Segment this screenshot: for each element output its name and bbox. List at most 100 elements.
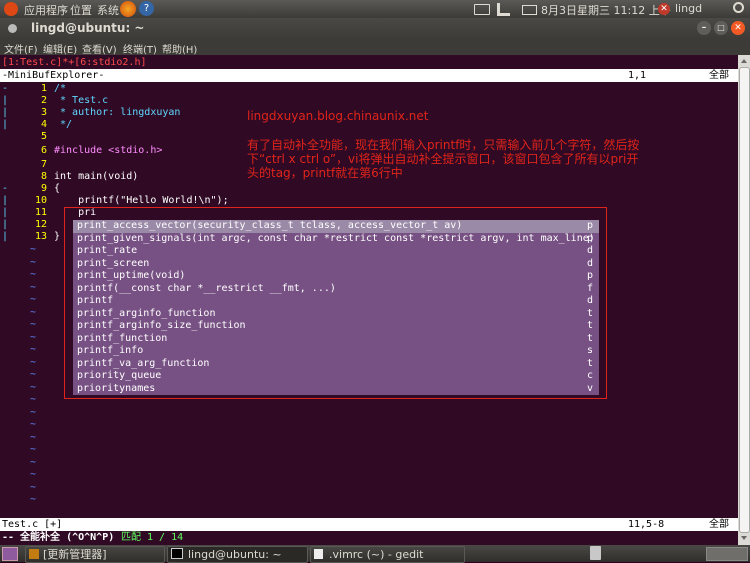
minibuf-all: 全部 [709, 70, 729, 81]
code-line: /* [54, 83, 67, 94]
line-number: 2 [41, 95, 48, 106]
minimize-button[interactable]: – [697, 21, 711, 35]
empty-line-tilde: ~ [30, 294, 37, 305]
code-line: * author: lingdxuyan [54, 107, 181, 118]
line-number: 5 [41, 131, 48, 142]
status-filename: Test.c [+] [2, 519, 63, 530]
empty-line-tilde: ~ [30, 456, 37, 468]
mail-icon[interactable] [522, 5, 537, 15]
scroll-up-icon[interactable] [741, 59, 747, 63]
empty-line-tilde: ~ [30, 306, 37, 318]
line-number: 9 [41, 183, 48, 194]
firefox-icon[interactable] [120, 1, 136, 17]
empty-line-tilde: ~ [30, 269, 37, 280]
empty-line-tilde: ~ [30, 369, 37, 380]
status-all: 全部 [709, 519, 729, 530]
fold-marker: | [2, 231, 9, 242]
empty-line-tilde: ~ [30, 344, 37, 355]
close-button[interactable]: ✕ [731, 21, 745, 35]
annotation-text: 有了自动补全功能，现在我们输入printf时，只需输入前几个字符，然后按下“ct… [247, 138, 640, 180]
line-number: 1 [41, 83, 48, 94]
fold-marker: | [2, 119, 9, 130]
terminal-icon [171, 548, 183, 559]
empty-line-tilde: ~ [30, 256, 37, 268]
network-icon[interactable] [497, 3, 510, 16]
menu-file[interactable]: 文件(F) [4, 41, 38, 56]
empty-line-tilde: ~ [30, 494, 37, 505]
taskbar-label: [更新管理器] [43, 548, 107, 561]
datetime[interactable]: 8月3日星期三 11:12 上午 [541, 2, 671, 18]
empty-line-tilde: ~ [30, 406, 37, 418]
fold-marker: | [2, 219, 9, 230]
line-number: 12 [35, 219, 48, 230]
power-icon[interactable] [733, 2, 744, 13]
menu-edit[interactable]: 编辑(E) [43, 41, 77, 56]
taskbar-label: .vimrc (~) - gedit [329, 548, 424, 561]
gedit-icon [314, 549, 323, 559]
blog-url: lingdxuyan.blog.chinaunix.net [247, 109, 429, 123]
empty-line-tilde: ~ [30, 356, 37, 368]
line-number: 3 [41, 107, 48, 118]
menu-view[interactable]: 查看(V) [82, 41, 117, 56]
fold-marker: - [2, 83, 9, 94]
minibuf-position: 1,1 [628, 70, 647, 81]
taskbar-item-terminal[interactable]: lingd@ubuntu: ~ [167, 546, 308, 563]
empty-line-tilde: ~ [30, 444, 37, 455]
taskbar-item-update-manager[interactable]: [更新管理器] [25, 546, 165, 563]
menu-bar: 文件(F) 编辑(E) 查看(V) 终端(T) 帮助(H) [0, 39, 750, 56]
taskbar-item-gedit[interactable]: .vimrc (~) - gedit [310, 546, 465, 563]
line-number: 11 [35, 207, 48, 218]
line-number: 10 [35, 195, 48, 206]
cmdline-mode: -- 全能补全 (^O^N^P) [2, 532, 115, 543]
update-manager-icon [29, 549, 39, 559]
empty-line-tilde: ~ [30, 419, 37, 430]
empty-line-tilde: ~ [30, 281, 37, 293]
minibuf-name: -MiniBufExplorer- [2, 70, 105, 81]
menu-terminal[interactable]: 终端(T) [123, 41, 157, 56]
fold-marker: | [2, 107, 9, 118]
empty-line-tilde: ~ [30, 431, 37, 443]
show-desktop-icon[interactable] [2, 547, 18, 561]
window-title: lingd@ubuntu: ~ [31, 21, 145, 35]
line-number: 6 [41, 145, 48, 156]
scroll-down-icon[interactable] [741, 536, 747, 540]
scroll-thumb[interactable] [739, 67, 750, 533]
keyboard-icon[interactable] [474, 4, 490, 15]
fold-marker: - [2, 183, 9, 194]
line-number: 7 [41, 159, 48, 170]
code-line: { [54, 183, 61, 194]
places-menu[interactable]: 位置 [70, 2, 92, 18]
code-line: #include <stdio.h> [54, 145, 163, 156]
empty-line-tilde: ~ [30, 319, 37, 330]
code-line: } [54, 231, 61, 242]
line-number: 13 [35, 231, 48, 242]
empty-line-tilde: ~ [30, 481, 37, 493]
terminal-scrollbar[interactable] [738, 55, 750, 545]
help-icon[interactable]: ? [139, 1, 154, 16]
menu-help[interactable]: 帮助(H) [162, 41, 197, 56]
applications-menu[interactable]: 应用程序 [24, 2, 68, 18]
window-titlebar[interactable]: lingd@ubuntu: ~ – □ ✕ [0, 18, 750, 39]
empty-line-tilde: ~ [30, 244, 37, 255]
vim-tabline: [1:Test.c]*+[6:stdio2.h] [2, 57, 147, 68]
trash-icon[interactable] [590, 546, 601, 560]
code-line: * Test.c [54, 95, 109, 106]
fold-marker: | [2, 195, 9, 206]
bottom-panel: [更新管理器] lingd@ubuntu: ~ .vimrc (~) - ged… [0, 545, 750, 563]
empty-line-tilde: ~ [30, 394, 37, 405]
top-panel: 应用程序 位置 系统 ? 8月3日星期三 11:12 上午 ✕ lingd [0, 0, 750, 18]
status-position: 11,5-8 [628, 519, 665, 530]
user-name[interactable]: lingd [675, 2, 702, 15]
terminal-window-icon [8, 24, 17, 33]
taskbar-label: lingd@ubuntu: ~ [188, 548, 282, 561]
annotation-box [64, 207, 607, 399]
empty-line-tilde: ~ [30, 381, 37, 393]
maximize-button[interactable]: □ [714, 21, 728, 35]
ubuntu-logo-icon[interactable] [4, 2, 18, 16]
terminal-view[interactable]: [1:Test.c]*+[6:stdio2.h] -MiniBufExplore… [0, 55, 738, 545]
user-status-icon[interactable]: ✕ [658, 3, 670, 15]
system-menu[interactable]: 系统 [97, 2, 119, 18]
code-line: int main(void) [54, 171, 139, 182]
workspace-switcher[interactable] [706, 547, 748, 561]
code-line: printf("Hello World!\n"); [54, 195, 229, 206]
